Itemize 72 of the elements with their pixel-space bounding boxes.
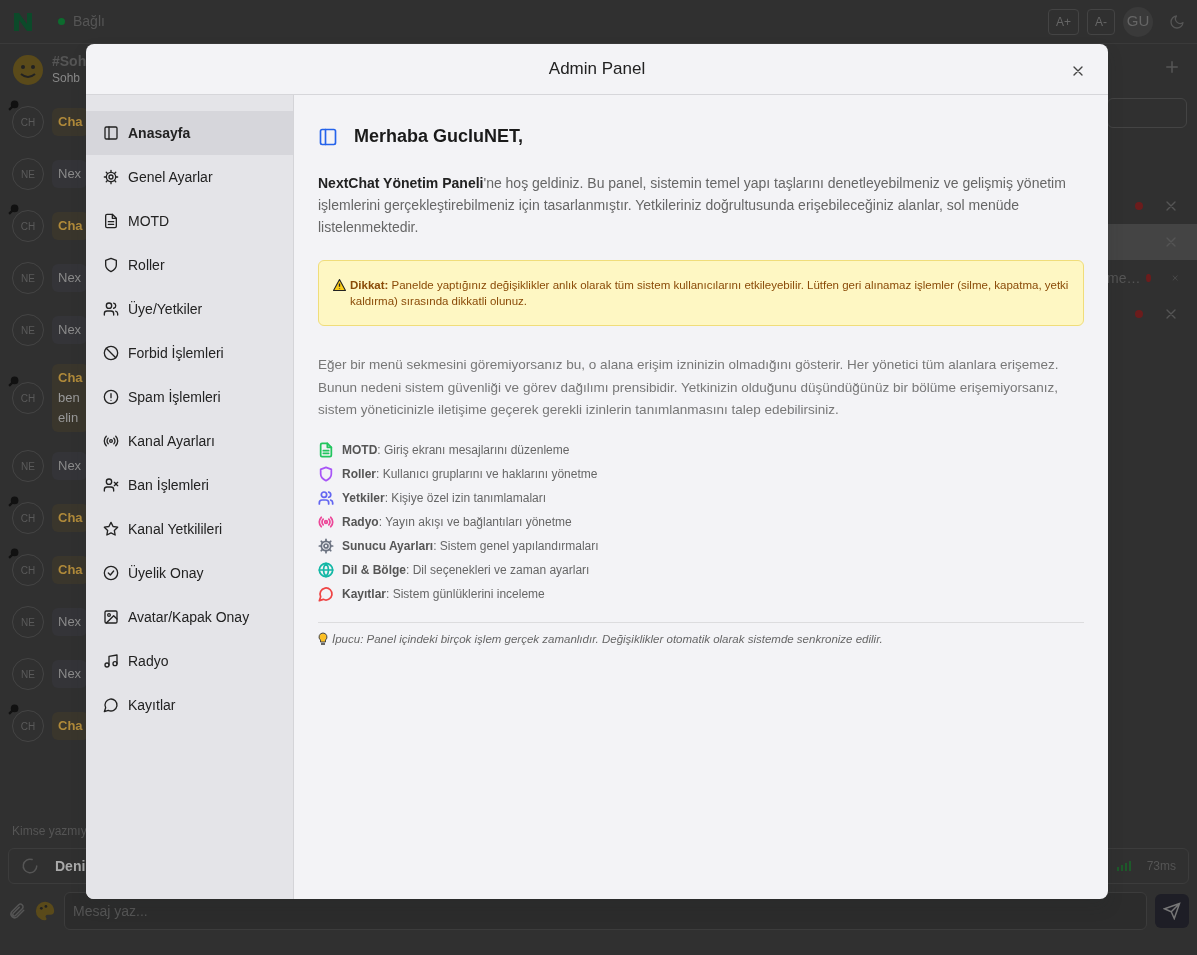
- logo-icon: [12, 11, 34, 32]
- sidebar-icon: [318, 126, 338, 147]
- feature-text: Kayıtlar: Sistem günlüklerini inceleme: [342, 585, 545, 603]
- nav-item[interactable]: Üye/Yetkiler: [86, 287, 293, 331]
- spinner-icon: [21, 857, 39, 875]
- nav-item[interactable]: Radyo: [86, 639, 293, 683]
- channel-subtitle: Sohb: [52, 70, 82, 87]
- nav-item[interactable]: Roller: [86, 243, 293, 287]
- nav-item[interactable]: Genel Ayarlar: [86, 155, 293, 199]
- user-name: Deni: [55, 856, 87, 876]
- unread-dot: [1135, 310, 1143, 318]
- nav-item[interactable]: Kanal Ayarları: [86, 419, 293, 463]
- greeting-heading: Merhaba GucluNET,: [354, 125, 524, 148]
- nav-item[interactable]: Ban İşlemleri: [86, 463, 293, 507]
- unread-dot: [1135, 202, 1143, 210]
- message-bubble: Nex: [52, 660, 88, 688]
- nav-item[interactable]: Kanal Yetkilileri: [86, 507, 293, 551]
- unread-dot: [1146, 274, 1151, 282]
- feature-text: Yetkiler: Kişiye özel izin tanımlamaları: [342, 489, 547, 507]
- send-button[interactable]: [1155, 894, 1189, 928]
- document-icon: [103, 213, 119, 229]
- message-bubble: Cha ben elin: [52, 364, 89, 432]
- feature-text: Radyo: Yayın akışı ve bağlantıları yönetme: [342, 513, 572, 531]
- plus-icon: [1163, 58, 1181, 76]
- user-remove-icon: [103, 477, 119, 493]
- feature-text: Sunucu Ayarları: Sistem genel yapılandırmaları: [342, 537, 599, 555]
- nav-item[interactable]: Avatar/Kapak Onay: [86, 595, 293, 639]
- message-bubble: Cha: [52, 108, 89, 136]
- users-icon: [103, 301, 119, 317]
- intro-paragraph: NextChat Yönetim Paneli'ne hoş geldiniz. Bu panel, sistemin temel yapı taşlarını denetleyebilmeniz ve gelişmiş yönetim işlemlerini gerçekleştirebilmeniz için tasarlanmıştır. Yetkileriniz doğrultusunda erişebileceğiniz alanlar, sol menüde listelenmektedir.: [318, 174, 1067, 237]
- nav-item[interactable]: Anasayfa: [86, 111, 293, 155]
- palette-icon[interactable]: [34, 900, 56, 922]
- message-bubble: Nex: [52, 264, 88, 292]
- settings-icon: [103, 169, 119, 185]
- message-bubble: Cha: [52, 712, 89, 740]
- info-paragraph: Eğer bir menü sekmesini göremiyorsanız bu, o alana erişim izninizin olmadığını gösterir. Her yönetici tüm alanlara erişemez. Bunun nedeni sistem güvenliği ve görev dağılımı prensibidir. Yetkinizin olduğunu düşündüğünüz bir bölüme erişemiyorsanız, sistem yöneticinizle iletişime geçerek gerekli izinlerin tanımlanmasını talep edebilirsiniz.: [318, 356, 1060, 419]
- nav-item[interactable]: Spam İşlemleri: [86, 375, 293, 419]
- message-bubble: Cha: [52, 504, 89, 532]
- prohibited-icon: [103, 345, 119, 361]
- speech-bubble-icon: [103, 697, 119, 713]
- message-bubble: Nex: [52, 316, 88, 344]
- nav-item[interactable]: MOTD: [86, 199, 293, 243]
- modal-title: Admin Panel: [548, 58, 646, 81]
- nav-item[interactable]: Üyelik Onay: [86, 551, 293, 595]
- broadcast-icon: [103, 433, 119, 449]
- feature-text: Dil & Bölge: Dil seçenekleri ve zaman ayarları: [342, 561, 590, 579]
- feature-text: Roller: Kullanıcı gruplarını ve haklarını yönetme: [342, 465, 598, 483]
- message-bubble: Nex: [52, 452, 88, 480]
- send-icon: [1163, 902, 1181, 920]
- star-icon: [103, 521, 119, 537]
- moon-icon: [1169, 14, 1185, 31]
- shield-icon: [103, 257, 119, 273]
- message-bubble: Cha: [52, 212, 89, 240]
- image-icon: [103, 609, 119, 625]
- warning-text: Dikkat: Panelde yaptığınız değişiklikler anlık olarak tüm sistem kullanıcılarını etkileyebilir. Lütfen geri alınamaz işlemler (silme, kapatma, yetki kaldırma) sırasında dikkatli olunuz.: [350, 278, 1069, 309]
- message-bubble: Cha: [52, 556, 89, 584]
- message-bubble: Nex: [52, 160, 88, 188]
- check-circle-icon: [103, 565, 119, 581]
- lightbulb-icon: [318, 632, 328, 647]
- paperclip-icon: [8, 902, 26, 920]
- warning-icon: [333, 279, 346, 291]
- feature-text: MOTD: Giriş ekranı mesajlarını düzenleme: [342, 441, 570, 459]
- nav-item[interactable]: Forbid İşlemleri: [86, 331, 293, 375]
- tip-text: İpucu: Panel içindeki birçok işlem gerçek zamanlıdır. Değişiklikler otomatik olarak sistemde senkronize edilir.: [332, 631, 883, 647]
- message-bubble: Nex: [52, 608, 88, 636]
- sidebar-icon: [103, 125, 119, 141]
- list-row[interactable]: [1107, 224, 1197, 260]
- music-note-icon: [103, 653, 119, 669]
- emoji-avatar-icon: [12, 54, 44, 86]
- alert-circle-icon: [103, 389, 119, 405]
- nav-item[interactable]: Kayıtlar: [86, 683, 293, 727]
- signal-icon: [1116, 861, 1131, 871]
